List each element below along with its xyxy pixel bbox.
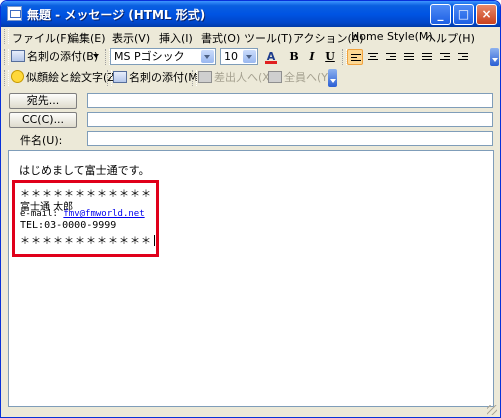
emoticon-label: 似顔絵と絵文字(Z): [26, 71, 120, 84]
email-prefix: e-mail:: [20, 209, 58, 219]
bulleted-list-icon[interactable]: [401, 49, 417, 65]
attach-business-card-label: 名刺の添付(B): [27, 50, 99, 63]
align-center-icon[interactable]: [365, 49, 381, 65]
toolbar1-overflow-chevron[interactable]: [490, 48, 499, 66]
cc-button[interactable]: CC(C)...: [9, 112, 77, 128]
signature-border-bottom: ＊＊＊＊＊＊＊＊＊＊＊＊: [20, 232, 155, 247]
menu-home-style[interactable]: Home Style(M): [351, 30, 433, 43]
window-title: 無題 - メッセージ (HTML 形式): [27, 8, 206, 22]
email-link[interactable]: fmv@fmworld.net: [63, 209, 144, 219]
menu-tools[interactable]: ツール(T): [244, 30, 292, 46]
align-right-icon[interactable]: [383, 49, 399, 65]
signature-tel: TEL:03-0000-9999: [20, 220, 117, 231]
text-cursor: [154, 235, 155, 246]
signature-email-row: e-mail: fmv@fmworld.net: [20, 209, 145, 219]
chevron-down-icon: [93, 54, 99, 58]
resize-grip[interactable]: [487, 405, 497, 415]
menu-edit[interactable]: 編集(E): [68, 30, 106, 46]
message-window: 無題 - メッセージ (HTML 形式) _ □ × ファイル(F) 編集(E)…: [0, 0, 501, 418]
reply-sender-button[interactable]: 差出人へ(X): [198, 69, 274, 87]
maximize-button[interactable]: □: [453, 4, 474, 25]
font-color-button[interactable]: A: [263, 49, 279, 65]
formatting-toolbar: 名刺の添付(B) MS Pゴシック 10 A B I U: [1, 46, 500, 68]
bold-button[interactable]: B: [286, 49, 302, 65]
font-name-select[interactable]: MS Pゴシック: [110, 48, 216, 65]
attach-business-card-button-2[interactable]: 名刺の添付(M): [113, 69, 202, 87]
toolbar2-separator: [107, 70, 112, 86]
menu-help[interactable]: ヘルプ(H): [425, 30, 475, 46]
business-card-icon: [11, 50, 25, 62]
reply-all-label: 全員へ(Y): [284, 71, 333, 84]
to-button[interactable]: 宛先...: [9, 93, 77, 109]
attach-business-card-button[interactable]: 名刺の添付(B): [11, 48, 98, 66]
toolbar2-overflow-chevron[interactable]: [328, 69, 337, 87]
align-left-icon[interactable]: [347, 49, 363, 65]
message-body-editor[interactable]: はじめまして富士通です。 ＊＊＊＊＊＊＊＊＊＊＊＊ 富士通 太郎 e-mail:…: [8, 150, 494, 407]
close-button[interactable]: ×: [476, 4, 497, 25]
business-card-icon: [113, 71, 127, 83]
menu-bar: ファイル(F) 編集(E) 表示(V) 挿入(I) 書式(O) ツール(T) ア…: [1, 27, 500, 46]
reply-icon: [198, 71, 212, 83]
emoticon-button[interactable]: 似顔絵と絵文字(Z): [11, 69, 119, 87]
increase-indent-icon[interactable]: [455, 49, 471, 65]
reply-all-icon: [268, 71, 282, 83]
minimize-button[interactable]: _: [430, 4, 451, 25]
greeting-text: はじめまして富士通です。: [19, 164, 150, 177]
menubar-grip[interactable]: [4, 29, 9, 44]
toolbar2-separator-2: [192, 70, 197, 86]
business-card-dropdown[interactable]: [91, 48, 101, 66]
menu-view[interactable]: 表示(V): [112, 30, 150, 46]
subject-label: 件名(U):: [20, 134, 63, 147]
font-size-select[interactable]: 10: [220, 48, 258, 65]
font-name-dropdown-icon[interactable]: [201, 50, 214, 63]
title-bar[interactable]: 無題 - メッセージ (HTML 形式) _ □ ×: [1, 1, 500, 27]
standard-toolbar: 似顔絵と絵文字(Z) 名刺の添付(M) 差出人へ(X) 全員へ(Y): [1, 67, 341, 89]
reply-sender-label: 差出人へ(X): [214, 71, 275, 84]
menu-format[interactable]: 書式(O): [201, 30, 240, 46]
signature-border-bottom-text: ＊＊＊＊＊＊＊＊＊＊＊＊: [20, 236, 152, 247]
font-size-dropdown-icon[interactable]: [243, 50, 256, 63]
to-field[interactable]: [87, 93, 493, 108]
numbered-list-icon[interactable]: [419, 49, 435, 65]
underline-button[interactable]: U: [322, 49, 338, 65]
italic-button[interactable]: I: [304, 49, 320, 65]
decrease-indent-icon[interactable]: [437, 49, 453, 65]
subject-field[interactable]: [87, 131, 493, 146]
menu-insert[interactable]: 挿入(I): [159, 30, 193, 46]
toolbar2-grip[interactable]: [4, 70, 9, 86]
menu-file[interactable]: ファイル(F): [12, 30, 71, 46]
font-name-value: MS Pゴシック: [114, 50, 185, 63]
reply-all-button[interactable]: 全員へ(Y): [268, 69, 332, 87]
cc-field[interactable]: [87, 112, 493, 127]
message-icon: [7, 6, 22, 21]
font-size-value: 10: [224, 50, 238, 63]
toolbar1-grip[interactable]: [4, 49, 9, 65]
smiley-icon: [11, 70, 24, 83]
